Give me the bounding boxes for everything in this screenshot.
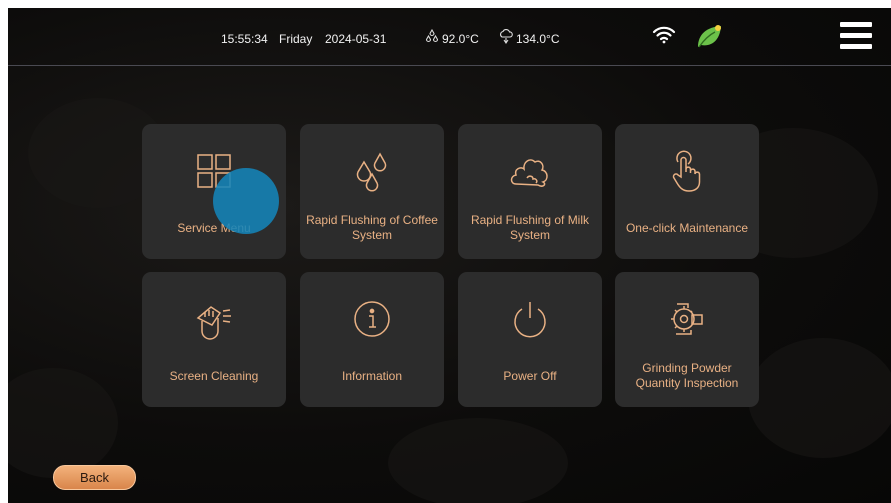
info-icon: [349, 296, 395, 342]
power-icon: [507, 296, 553, 342]
back-button[interactable]: Back: [53, 465, 136, 490]
tile-label: One-click Maintenance: [625, 220, 749, 235]
background-bean: [8, 368, 118, 478]
temp2-text: 134.0°C: [516, 32, 560, 46]
one-click-maintenance-tile[interactable]: One-click Maintenance: [615, 124, 759, 259]
tile-label: Screen Cleaning: [169, 368, 259, 383]
date-text: 2024-05-31: [325, 32, 387, 46]
steam-icon: [498, 28, 514, 45]
tile-label: Grinding Powder Quantity Inspection: [635, 361, 739, 390]
grinding-powder-inspection-tile[interactable]: Grinding Powder Quantity Inspection: [615, 272, 759, 407]
grinder-icon: [664, 296, 710, 342]
background-bean: [748, 338, 891, 458]
time-text: 15:55:34: [221, 32, 268, 46]
hamburger-menu-icon[interactable]: [840, 22, 872, 50]
cleaning-hand-icon: [191, 296, 237, 342]
rapid-flushing-milk-tile[interactable]: Rapid Flushing of Milk System: [458, 124, 602, 259]
touch-finger-icon: [664, 148, 710, 194]
water-drops-icon: [425, 28, 439, 45]
leaf-icon: [695, 22, 725, 50]
status-bar: 15:55:34 Friday 2024-05-31 92.0°C 134.0°…: [8, 8, 891, 66]
background-bean: [388, 418, 568, 503]
information-tile[interactable]: Information: [300, 272, 444, 407]
screen: 15:55:34 Friday 2024-05-31 92.0°C 134.0°…: [8, 8, 891, 503]
screen-cleaning-tile[interactable]: Screen Cleaning: [142, 272, 286, 407]
milk-foam-icon: [507, 148, 553, 194]
tile-label: Rapid Flushing of Milk System: [470, 213, 590, 242]
rapid-flushing-coffee-tile[interactable]: Rapid Flushing of Coffee System: [300, 124, 444, 259]
tile-label: Power Off: [503, 368, 557, 383]
tile-label: Information: [341, 368, 403, 383]
power-off-tile[interactable]: Power Off: [458, 272, 602, 407]
coffee-drops-icon: [349, 148, 395, 194]
day-text: Friday: [279, 32, 313, 46]
touch-indicator: [213, 168, 279, 234]
tile-label: Rapid Flushing of Coffee System: [306, 213, 438, 242]
wifi-icon: [652, 25, 676, 45]
temp1-text: 92.0°C: [442, 32, 479, 46]
